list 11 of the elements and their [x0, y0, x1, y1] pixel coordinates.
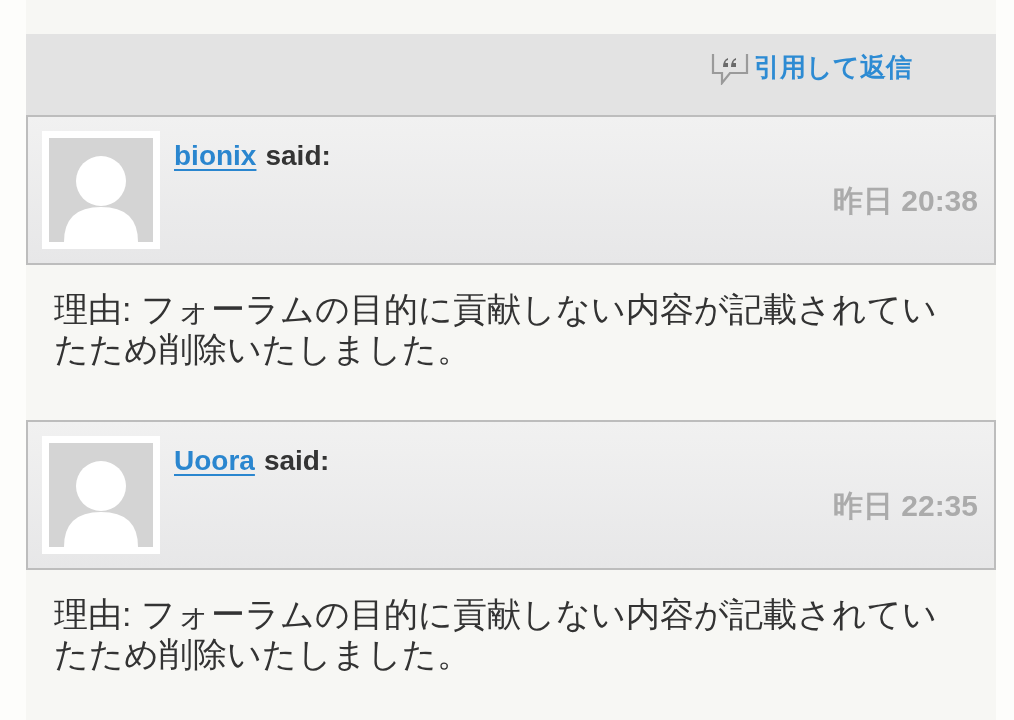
post-time: 昨日 20:38	[832, 183, 978, 219]
username-link[interactable]: bionix	[174, 139, 257, 173]
said-label: said:	[265, 139, 331, 173]
post-time: 昨日 22:35	[832, 488, 978, 524]
avatar-icon	[42, 131, 160, 249]
quote-reply-link[interactable]: 引用して返信	[710, 50, 912, 85]
said-label: said:	[263, 444, 330, 478]
post-body: 理由: フォーラムの目的に貢献しない内容が記載されていたため削除いたしました。	[54, 594, 938, 674]
post-body: 理由: フォーラムの目的に貢献しない内容が記載されていたため削除いたしました。	[54, 289, 938, 369]
avatar-icon	[42, 436, 160, 554]
username-link[interactable]: Uoora	[174, 444, 255, 478]
